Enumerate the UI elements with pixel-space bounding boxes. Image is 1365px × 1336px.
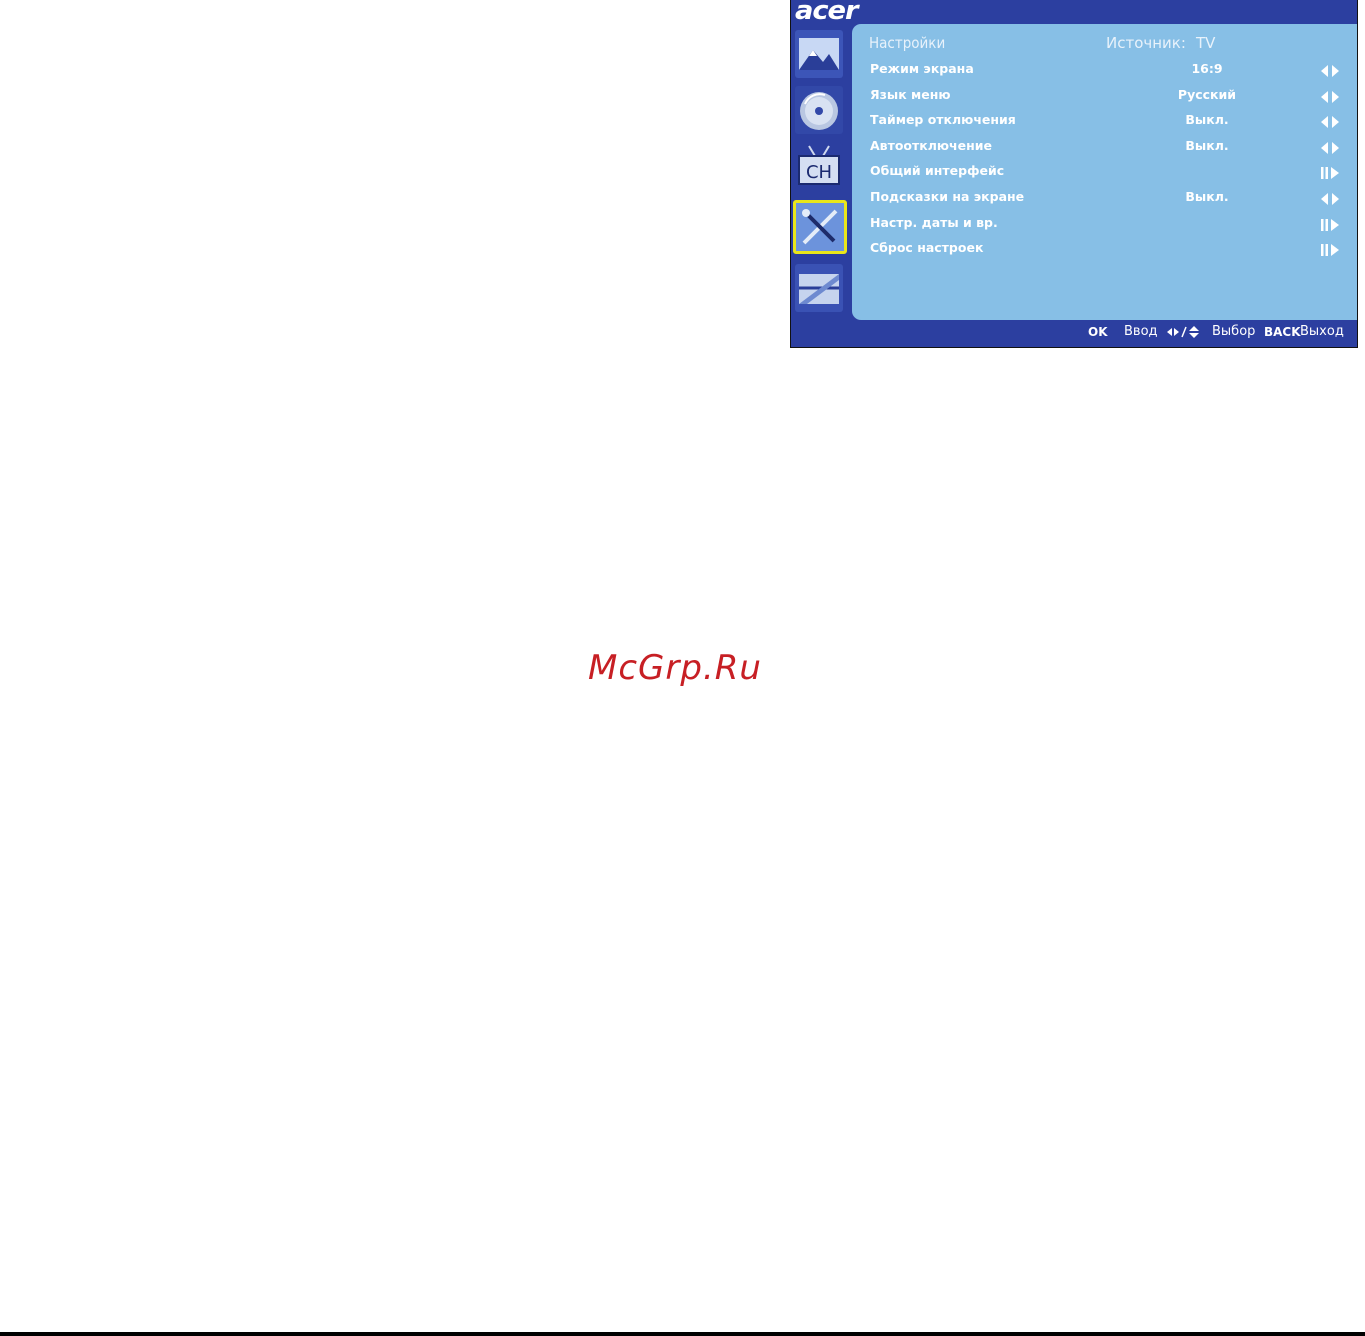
audio-disc-icon[interactable] (795, 86, 843, 134)
back-key-label: BACK (1264, 325, 1301, 339)
watermark-text: McGrp.Ru (588, 648, 762, 688)
menu-row-label: Настр. даты и вр. (870, 214, 998, 230)
settings-tools-icon[interactable] (793, 200, 847, 254)
picture-icon[interactable] (795, 30, 843, 78)
source-label: Источник: (1106, 34, 1186, 52)
navigate-arrows-icon (1167, 325, 1203, 343)
menu-row-value: Выкл. (1185, 189, 1229, 204)
back-action-label: Выход (1300, 324, 1344, 339)
acer-logo: acer (795, 0, 858, 26)
menu-row[interactable]: Язык меню Русский (852, 84, 1357, 108)
channel-tv-icon[interactable]: CH (795, 142, 843, 190)
menu-row-value: Выкл. (1185, 137, 1229, 153)
enter-submenu-icon[interactable] (1320, 165, 1340, 180)
left-right-arrows-icon[interactable] (1320, 191, 1340, 205)
menu-row[interactable]: Таймер отключения Выкл. (852, 109, 1357, 133)
menu-row-label: Язык меню (870, 86, 951, 102)
page-bottom-rule (0, 1332, 1365, 1336)
menu-row-label: Автоотключение (870, 137, 992, 153)
left-right-arrows-icon[interactable] (1320, 114, 1340, 129)
menu-row[interactable]: Подсказки на экране Выкл. (852, 186, 1357, 210)
settings-panel: Настройки Источник: TV Режим экрана 16:9 Я… (852, 24, 1357, 320)
channel-label: CH (806, 162, 832, 183)
source-value: TV (1196, 34, 1216, 52)
menu-row[interactable]: Сброс настроек (852, 237, 1357, 261)
left-right-arrows-icon[interactable] (1320, 89, 1340, 103)
menu-row[interactable]: Автоотключение Выкл. (852, 135, 1357, 159)
menu-row-label: Общий интерфейс (870, 163, 1005, 179)
menu-row-value: 16:9 (1191, 61, 1223, 76)
menu-row-label: Сброс настроек (870, 240, 984, 256)
menu-row[interactable]: Общий интерфейс (852, 160, 1357, 184)
ok-key-label: OK (1088, 325, 1108, 339)
left-right-arrows-icon[interactable] (1320, 140, 1340, 154)
menu-row[interactable]: Режим экрана 16:9 (852, 58, 1357, 82)
nav-action-label: Выбор (1212, 324, 1256, 339)
menu-row-label: Таймер отключения (870, 112, 1016, 128)
menu-row[interactable]: Настр. даты и вр. (852, 212, 1357, 236)
media-icon[interactable] (795, 264, 843, 312)
enter-submenu-icon[interactable] (1320, 217, 1340, 231)
osd-footer: OK Ввод Выбор BACK Выход (791, 320, 1357, 347)
tv-osd-screen: acer CH Настройки Источник: TV Режим экр… (790, 0, 1358, 348)
ok-action-label: Ввод (1124, 324, 1158, 339)
menu-title: Настройки (869, 34, 946, 52)
menu-row-value: Выкл. (1185, 112, 1229, 128)
left-right-arrows-icon[interactable] (1320, 63, 1340, 77)
menu-row-label: Подсказки на экране (870, 189, 1025, 204)
enter-submenu-icon[interactable] (1320, 242, 1340, 257)
menu-row-label: Режим экрана (870, 61, 974, 76)
menu-row-value: Русский (1177, 86, 1237, 102)
category-sidebar: CH (791, 24, 849, 324)
